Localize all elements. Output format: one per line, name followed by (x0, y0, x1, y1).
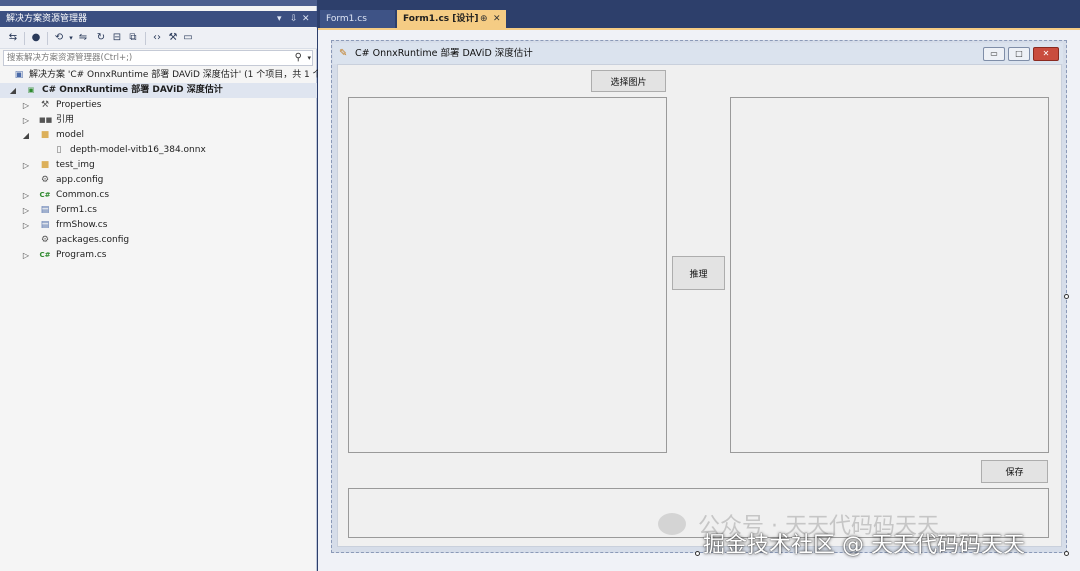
tree-item-label: C# OnnxRuntime 部署 DAViD 深度估计 (42, 85, 223, 95)
expand-icon[interactable]: ◢ (9, 83, 17, 98)
pin-icon[interactable]: ⊕ (480, 10, 488, 28)
csharp-file-icon: C# (39, 191, 51, 199)
tree-item-label: packages.config (56, 235, 130, 245)
search-placeholder: 搜索解决方案资源管理器(Ctrl+;) (7, 53, 133, 63)
csharp-project-icon: ▣ (27, 86, 35, 94)
save-button[interactable]: 保存 (981, 460, 1048, 483)
config-file-icon: ⚙ (40, 175, 50, 185)
pin-icon[interactable]: ⇩ (290, 11, 298, 27)
expand-icon[interactable]: ◢ (22, 128, 30, 143)
folder-icon: ■ (40, 160, 50, 170)
watermark-text: 掘金技术社区 @ 天天代码码天天 (703, 533, 1025, 558)
folder-icon: ■ (40, 130, 50, 140)
wechat-logo (658, 513, 686, 535)
tree-item-app-config[interactable]: ⚙ app.config (0, 173, 317, 188)
expand-icon[interactable]: ▷ (22, 188, 30, 203)
solution-search-input[interactable]: 搜索解决方案资源管理器(Ctrl+;) ⚲ ▾ (3, 50, 313, 66)
tree-item-label: app.config (56, 175, 104, 185)
show-all-files-icon[interactable]: ⧉ (126, 31, 140, 45)
tree-item-common-cs[interactable]: ▷ C# Common.cs (0, 188, 317, 203)
expand-icon[interactable]: ▷ (22, 203, 30, 218)
config-file-icon: ⚙ (40, 235, 50, 245)
expand-icon[interactable]: ▷ (22, 218, 30, 233)
preview-icon[interactable]: ▭ (181, 31, 195, 45)
resize-handle-right[interactable] (1064, 294, 1069, 299)
tree-item-solution[interactable]: ▣ 解决方案 'C# OnnxRuntime 部署 DAViD 深度估计' (1… (0, 68, 322, 83)
tree-item-properties[interactable]: ▷ ⚒ Properties (0, 98, 317, 113)
globe-icon[interactable]: ● (29, 31, 43, 45)
chevron-down-icon[interactable]: ▾ (307, 51, 311, 65)
tree-item-project[interactable]: ◢ ▣ C# OnnxRuntime 部署 DAViD 深度估计 (0, 83, 317, 98)
minimize-icon[interactable]: ▭ (983, 47, 1005, 61)
tree-item-label: model (56, 130, 85, 140)
tab-label: Form1.cs (326, 14, 367, 24)
tree-item-packages-config[interactable]: ⚙ packages.config (0, 233, 317, 248)
top-strip (0, 0, 317, 6)
refresh-icon[interactable]: ↻ (94, 31, 108, 45)
tree-item-form1-cs[interactable]: ▷ ▤ Form1.cs (0, 203, 317, 218)
solution-explorer-title: 解决方案资源管理器 (6, 14, 88, 24)
wrench-icon: ⚒ (40, 100, 50, 110)
collapse-all-icon[interactable]: ⊟ (110, 31, 124, 45)
tree-item-label: Form1.cs (56, 205, 97, 215)
input-picture-box (348, 97, 667, 453)
solution-explorer-titlebar: 解决方案资源管理器 ▾ ⇩ ✕ (0, 11, 317, 27)
toolbar-separator (24, 32, 25, 45)
solution-explorer-toolbar: ⇆ ● ⟲ ▾ ⇋ ↻ ⊟ ⧉ ‹› ⚒ ▭ (0, 28, 317, 49)
select-image-button[interactable]: 选择图片 (591, 70, 666, 92)
csharp-file-icon: C# (39, 251, 51, 259)
expand-icon[interactable]: ▷ (22, 113, 30, 128)
tree-item-label: depth-model-vitb16_384.onnx (70, 145, 206, 155)
tree-item-label: test_img (56, 160, 95, 170)
app-icon: ✎ (339, 48, 348, 59)
infer-button[interactable]: 推理 (672, 256, 725, 290)
search-icon[interactable]: ⚲ (295, 51, 302, 65)
tree-item-label: frmShow.cs (56, 220, 108, 230)
expand-icon[interactable]: ▷ (22, 158, 30, 173)
resize-handle-bottom[interactable] (695, 551, 700, 556)
output-picture-box (730, 97, 1049, 453)
expand-icon[interactable]: ▷ (22, 248, 30, 263)
tree-item-test-img-folder[interactable]: ▷ ■ test_img (0, 158, 317, 173)
tree-item-frmshow-cs[interactable]: ▷ ▤ frmShow.cs (0, 218, 317, 233)
tree-item-label: Program.cs (56, 250, 107, 260)
close-icon[interactable]: ✕ (302, 11, 310, 27)
form-title: C# OnnxRuntime 部署 DAViD 深度估计 (355, 48, 533, 59)
close-icon[interactable]: ✕ (493, 10, 501, 28)
tree-item-label: 解决方案 'C# OnnxRuntime 部署 DAViD 深度估计' (1 个… (29, 70, 322, 80)
tree-item-program-cs[interactable]: ▷ C# Program.cs (0, 248, 317, 263)
tab-form1-code[interactable]: Form1.cs (320, 10, 395, 28)
toolbar-separator (145, 32, 146, 45)
references-icon: ■■ (39, 116, 53, 124)
tree-item-model-folder[interactable]: ◢ ■ model (0, 128, 317, 143)
expand-icon[interactable]: ▷ (22, 98, 30, 113)
wrench-icon[interactable]: ⚒ (166, 31, 180, 45)
close-icon[interactable]: ✕ (1033, 47, 1059, 61)
sync-icon[interactable]: ⇆ (6, 31, 20, 45)
form-file-icon: ▤ (40, 220, 50, 230)
tab-form1-designer[interactable]: Form1.cs [设计] ⊕ ✕ (397, 10, 506, 28)
toolbar-separator (47, 32, 48, 45)
tree-item-label: Properties (56, 100, 102, 110)
solution-explorer-panel: 解决方案资源管理器 ▾ ⇩ ✕ ⇆ ● ⟲ ▾ ⇋ ↻ ⊟ ⧉ ‹› ⚒ ▭ 搜… (0, 0, 322, 571)
tree-item-onnx-file[interactable]: ▯ depth-model-vitb16_384.onnx (0, 143, 317, 158)
tree-item-references[interactable]: ▷ ■■ 引用 (0, 113, 317, 128)
resize-handle-corner[interactable] (1064, 551, 1069, 556)
maximize-icon[interactable]: □ (1008, 47, 1030, 61)
solution-icon: ▣ (14, 70, 24, 80)
document-tab-strip: Form1.cs Form1.cs [设计] ⊕ ✕ (318, 6, 1080, 28)
code-icon[interactable]: ‹› (150, 31, 164, 45)
tree-item-label: Common.cs (56, 190, 110, 200)
tree-item-label: 引用 (56, 115, 75, 125)
form-file-icon: ▤ (40, 205, 50, 215)
tab-label: Form1.cs [设计] (403, 14, 479, 24)
file-icon: ▯ (56, 145, 62, 155)
back-forward-icon[interactable]: ⇋ (76, 31, 90, 45)
dropdown-icon[interactable]: ▾ (277, 11, 282, 27)
